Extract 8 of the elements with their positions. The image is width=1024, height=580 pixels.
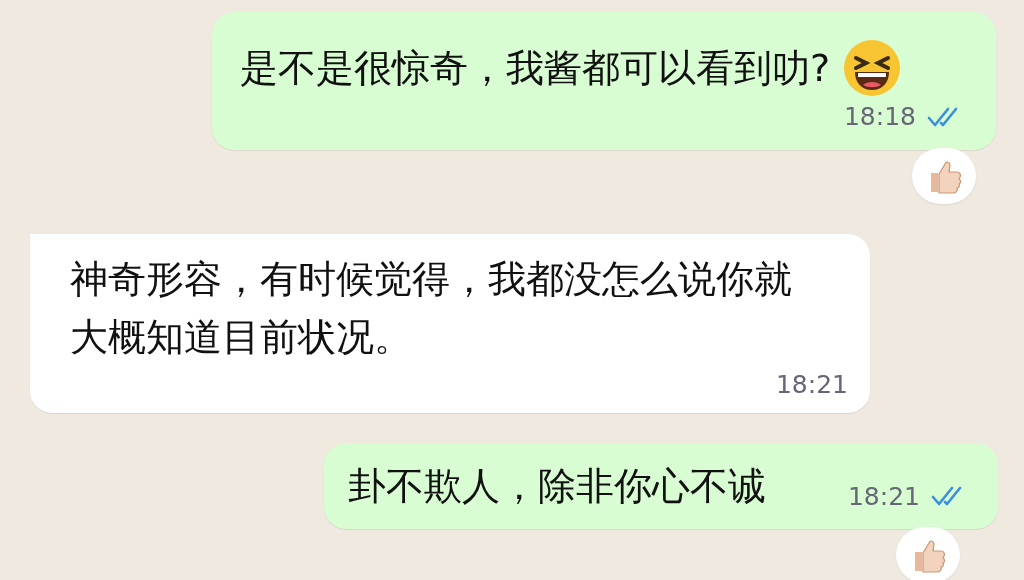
message-text: 是不是很惊奇，我酱都可以看到叻? bbox=[240, 45, 831, 92]
message-time: 18:18 bbox=[843, 101, 916, 133]
reaction-badge[interactable] bbox=[896, 527, 960, 580]
reaction-badge[interactable] bbox=[912, 147, 976, 204]
message-text: 卦不欺人，除非你心不诚 bbox=[348, 463, 766, 510]
message-time: 18:21 bbox=[847, 480, 920, 513]
message-text: 神奇形容，有时候觉得，我都没怎么说你就大概知道目前状况。 bbox=[70, 255, 793, 361]
message-time: 18:21 bbox=[775, 368, 848, 401]
